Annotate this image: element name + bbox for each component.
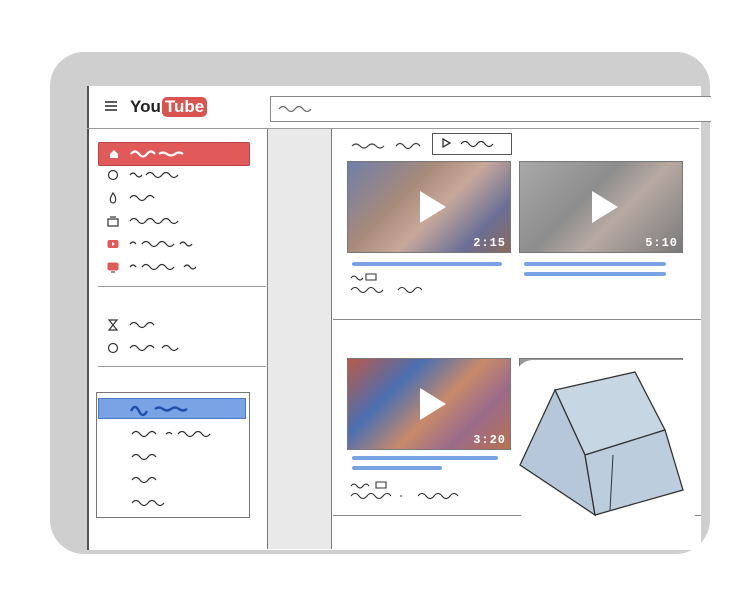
panel-header-label: [129, 405, 188, 417]
video-thumbnail[interactable]: 5:10: [519, 161, 683, 253]
sidebar-item-videos[interactable]: [98, 233, 248, 255]
panel-row[interactable]: [130, 425, 230, 443]
trending-icon: [106, 168, 120, 182]
play-icon: [420, 191, 446, 223]
sidebar-item-home[interactable]: [98, 142, 250, 166]
sidebar-item-label: [129, 240, 193, 248]
video-title-bar: [352, 466, 442, 470]
video-meta: [350, 273, 423, 294]
sidebar-item-label: [129, 194, 155, 202]
hourglass-icon: [106, 318, 120, 332]
video-meta: [350, 481, 459, 500]
play-icon: [442, 137, 494, 149]
video-thumbnail[interactable]: 3:20: [347, 358, 511, 450]
panel-row[interactable]: [130, 494, 170, 512]
keycap-illustration: [515, 360, 701, 520]
sidebar-item-label: [129, 217, 179, 225]
video-title-bar: [524, 272, 666, 276]
sidebar-item-label: [129, 344, 179, 352]
sidebar-item-trending[interactable]: [98, 164, 248, 186]
play-icon: [592, 191, 618, 223]
panel-row[interactable]: [130, 471, 170, 489]
search-placeholder-scribble: [278, 105, 312, 113]
sidebar-item-subscriptions[interactable]: [98, 210, 248, 232]
sidebar-item-history[interactable]: [98, 337, 248, 359]
sidebar-item-label: [129, 171, 179, 179]
video-thumbnail[interactable]: 2:15: [347, 161, 511, 253]
play-icon: [420, 388, 446, 420]
logo-tube-text: Tube: [161, 97, 208, 117]
sidebar-item-hot[interactable]: [98, 187, 248, 209]
video-title-bar: [352, 456, 498, 460]
sidebar-item-label: [129, 321, 155, 329]
video-icon: [106, 237, 120, 251]
logo-you-text: You: [130, 97, 161, 116]
sidebar-item-label: [129, 263, 197, 271]
video-duration: 5:10: [645, 236, 678, 250]
section-title: [351, 142, 421, 150]
keycap-icon: [519, 371, 684, 517]
video-duration: 2:15: [473, 236, 506, 250]
panel-row[interactable]: [130, 448, 170, 466]
sidebar-item-label: [130, 150, 184, 158]
youtube-logo[interactable]: You Tube: [130, 96, 208, 118]
subscriptions-icon: [106, 214, 120, 228]
subscriptions-panel-header[interactable]: [98, 398, 246, 419]
home-icon: [107, 147, 121, 161]
sidebar-item-watch-later[interactable]: [98, 314, 248, 336]
video-title-bar: [352, 262, 502, 266]
sidebar-divider: [98, 286, 266, 287]
video-title-bar: [524, 262, 666, 266]
section-divider: [333, 319, 701, 320]
menu-icon[interactable]: [105, 101, 117, 111]
tv-icon: [106, 260, 120, 274]
fire-icon: [106, 191, 120, 205]
sidebar-divider: [98, 366, 266, 367]
search-input[interactable]: [270, 96, 711, 122]
clock-icon: [106, 341, 120, 355]
sidebar-gutter: [268, 129, 332, 549]
play-all-button[interactable]: [432, 133, 512, 155]
video-duration: 3:20: [473, 433, 506, 447]
sidebar-item-tv[interactable]: [98, 256, 248, 278]
